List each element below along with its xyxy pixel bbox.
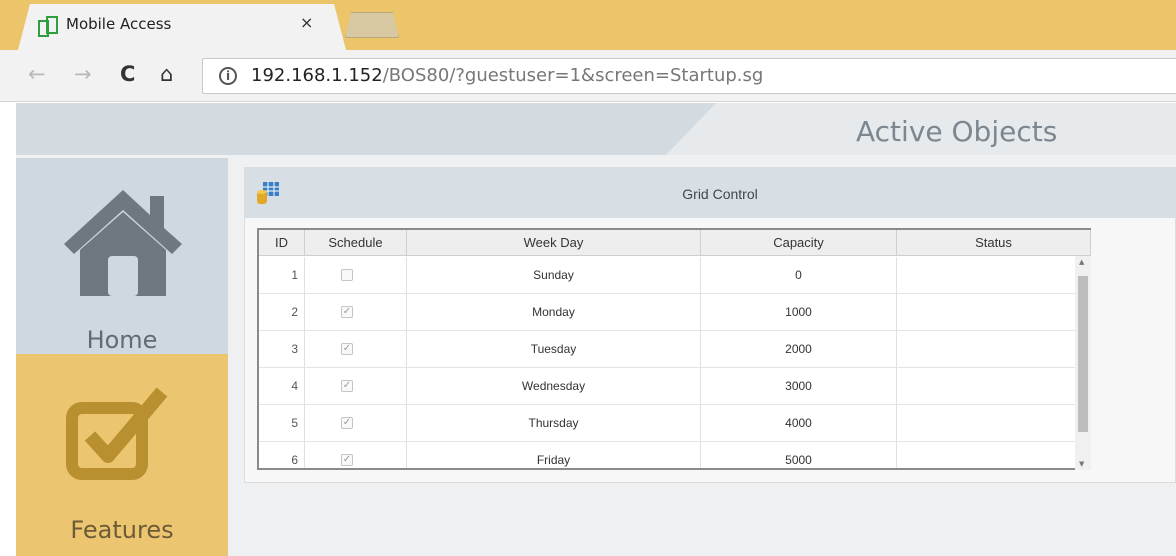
browser-tab-bar: Mobile Access ×: [0, 0, 1176, 50]
cell-schedule: ✓: [305, 331, 407, 368]
checkbox-icon: [66, 387, 168, 480]
grid-header: ID Schedule Week Day Capacity Status: [259, 230, 1091, 256]
cell-capacity: 4000: [701, 405, 897, 442]
url-host: 192.168.1.152: [251, 65, 383, 86]
table-row[interactable]: 5 ✓ Thursday 4000: [259, 405, 1091, 442]
cell-status: [897, 331, 1091, 368]
schedule-checkbox[interactable]: [341, 269, 353, 281]
cell-capacity: 1000: [701, 294, 897, 331]
schedule-checkbox[interactable]: ✓: [341, 343, 353, 355]
scroll-down-icon[interactable]: ▼: [1079, 460, 1084, 468]
browser-toolbar: ← → C ⌂ i 192.168.1.152/BOS80/?guestuser…: [0, 50, 1176, 102]
scroll-up-icon[interactable]: ▲: [1079, 258, 1084, 266]
reload-icon[interactable]: C: [120, 64, 135, 85]
cell-schedule: ✓: [305, 405, 407, 442]
home-icon[interactable]: ⌂: [160, 64, 173, 85]
back-arrow-icon[interactable]: ←: [28, 64, 46, 85]
cell-weekday: Friday: [407, 442, 701, 468]
schedule-checkbox[interactable]: ✓: [341, 380, 353, 392]
column-header-weekday[interactable]: Week Day: [407, 230, 701, 256]
cell-id: 5: [259, 405, 305, 442]
tab-close-icon[interactable]: ×: [300, 13, 313, 32]
cell-capacity: 3000: [701, 368, 897, 405]
cell-schedule: [305, 257, 407, 294]
app-page: Active Objects Home Features Grid Contro…: [16, 103, 1176, 556]
cell-weekday: Sunday: [407, 257, 701, 294]
header-decoration: [16, 103, 716, 155]
cell-weekday: Tuesday: [407, 331, 701, 368]
cell-status: [897, 405, 1091, 442]
sidebar-item-features[interactable]: Features: [16, 354, 228, 556]
cell-schedule: ✓: [305, 294, 407, 331]
table-row[interactable]: 2 ✓ Monday 1000: [259, 294, 1091, 331]
sidebar-item-home[interactable]: Home: [16, 158, 228, 354]
cell-id: 2: [259, 294, 305, 331]
page-header: Active Objects: [16, 103, 1176, 155]
column-header-status[interactable]: Status: [897, 230, 1091, 256]
cell-status: [897, 442, 1091, 468]
cell-schedule: ✓: [305, 442, 407, 468]
page-title: Active Objects: [856, 115, 1058, 148]
info-icon[interactable]: i: [219, 67, 237, 85]
grid-scrollbar[interactable]: ▲ ▼: [1075, 256, 1091, 470]
sidebar-item-label: Features: [70, 516, 174, 544]
url-path: /BOS80/?guestuser=1&screen=Startup.sg: [382, 65, 764, 86]
cell-capacity: 5000: [701, 442, 897, 468]
cell-status: [897, 257, 1091, 294]
panel-header: Grid Control: [245, 168, 1176, 218]
cell-id: 4: [259, 368, 305, 405]
table-row[interactable]: 4 ✓ Wednesday 3000: [259, 368, 1091, 405]
cell-weekday: Monday: [407, 294, 701, 331]
new-tab-button[interactable]: [345, 12, 399, 38]
mobile-devices-icon: [38, 16, 58, 37]
tab-title: Mobile Access: [66, 15, 172, 33]
column-header-schedule[interactable]: Schedule: [305, 230, 407, 256]
cell-status: [897, 368, 1091, 405]
schedule-checkbox[interactable]: ✓: [341, 417, 353, 429]
forward-arrow-icon[interactable]: →: [74, 64, 92, 85]
data-grid: ID Schedule Week Day Capacity Status 1 Su…: [257, 228, 1091, 470]
cell-capacity: 0: [701, 257, 897, 294]
sidebar-item-label: Home: [86, 326, 158, 354]
schedule-checkbox[interactable]: ✓: [341, 454, 353, 466]
house-icon: [64, 190, 182, 296]
cell-weekday: Wednesday: [407, 368, 701, 405]
scroll-thumb[interactable]: [1078, 276, 1088, 432]
schedule-checkbox[interactable]: ✓: [341, 306, 353, 318]
address-bar[interactable]: i 192.168.1.152/BOS80/?guestuser=1&scree…: [202, 58, 1176, 94]
cell-status: [897, 294, 1091, 331]
table-row[interactable]: 3 ✓ Tuesday 2000: [259, 331, 1091, 368]
table-row[interactable]: 1 Sunday 0: [259, 257, 1091, 294]
cell-id: 1: [259, 257, 305, 294]
panel-title: Grid Control: [682, 186, 758, 202]
cell-schedule: ✓: [305, 368, 407, 405]
table-row[interactable]: 6 ✓ Friday 5000: [259, 442, 1091, 468]
url-text: 192.168.1.152/BOS80/?guestuser=1&screen=…: [251, 65, 763, 86]
grid-control-panel: Grid Control ID Schedule Week Day Capaci…: [244, 167, 1176, 483]
cell-id: 6: [259, 442, 305, 468]
column-header-id[interactable]: ID: [259, 230, 305, 256]
column-header-capacity[interactable]: Capacity: [701, 230, 897, 256]
cell-id: 3: [259, 331, 305, 368]
cell-capacity: 2000: [701, 331, 897, 368]
cell-weekday: Thursday: [407, 405, 701, 442]
